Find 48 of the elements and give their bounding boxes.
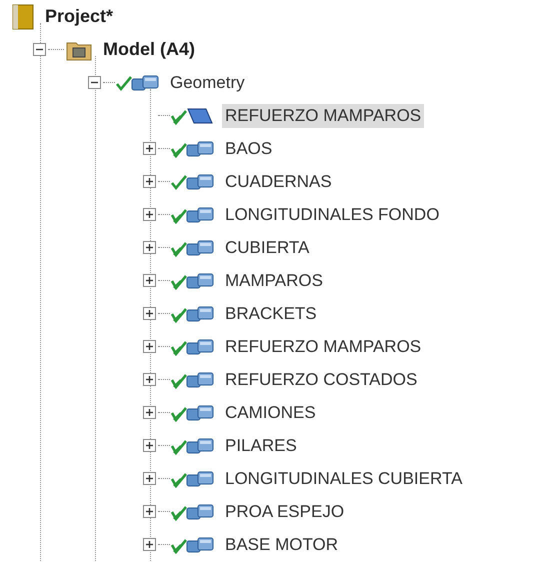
expander-button[interactable] [88,76,101,89]
expander-button[interactable] [143,274,156,287]
tree-item[interactable]: LONGITUDINALES FONDO [222,202,442,226]
tree-item[interactable]: PROA ESPEJO [222,500,348,524]
blocks-icon [186,536,214,554]
tree-item[interactable]: CUBIERTA [222,236,312,260]
expander-button[interactable] [143,175,156,188]
tree-item[interactable]: BRACKETS [222,302,320,326]
tree-item[interactable]: LONGITUDINALES CUBIERTA [222,466,466,490]
expander-button[interactable] [143,505,156,518]
blocks-icon [186,206,214,224]
expander-button[interactable] [143,373,156,386]
tree-item[interactable]: PILARES [222,434,300,458]
blocks-icon [131,74,159,92]
book-icon [12,4,34,30]
blocks-icon [186,404,214,422]
tree-item[interactable]: Project* [42,4,116,29]
tree-item[interactable]: Geometry [167,70,248,94]
expander-button[interactable] [143,340,156,353]
tree-item[interactable]: CUADERNAS [222,170,335,194]
tree-item[interactable]: REFUERZO MAMPAROS [222,104,424,128]
blocks-icon [186,304,214,322]
expander-button[interactable] [33,43,46,56]
expander-button[interactable] [143,406,156,419]
blocks-icon [186,172,214,190]
tree-item[interactable]: REFUERZO MAMPAROS [222,334,424,358]
expander-button[interactable] [143,208,156,221]
tree-item[interactable]: REFUERZO COSTADOS [222,368,420,392]
blocks-icon [186,272,214,290]
blocks-icon [186,140,214,158]
expander-button[interactable] [143,472,156,485]
blocks-icon [186,238,214,256]
tree-item[interactable]: BAOS [222,136,276,160]
tree-item[interactable]: CAMIONES [222,400,319,424]
blocks-icon [186,338,214,356]
expander-button[interactable] [143,538,156,551]
tree-item[interactable]: Model (A4) [100,37,198,62]
tree-item[interactable]: BASE MOTOR [222,532,342,556]
tree-item[interactable]: MAMPAROS [222,268,326,292]
surface-icon [186,106,214,124]
blocks-icon [186,502,214,520]
expander-button[interactable] [143,307,156,320]
blocks-icon [186,370,214,388]
blocks-icon [186,470,214,488]
expander-button[interactable] [143,142,156,155]
expander-button[interactable] [143,439,156,452]
expander-button[interactable] [143,241,156,254]
blocks-icon [186,436,214,454]
